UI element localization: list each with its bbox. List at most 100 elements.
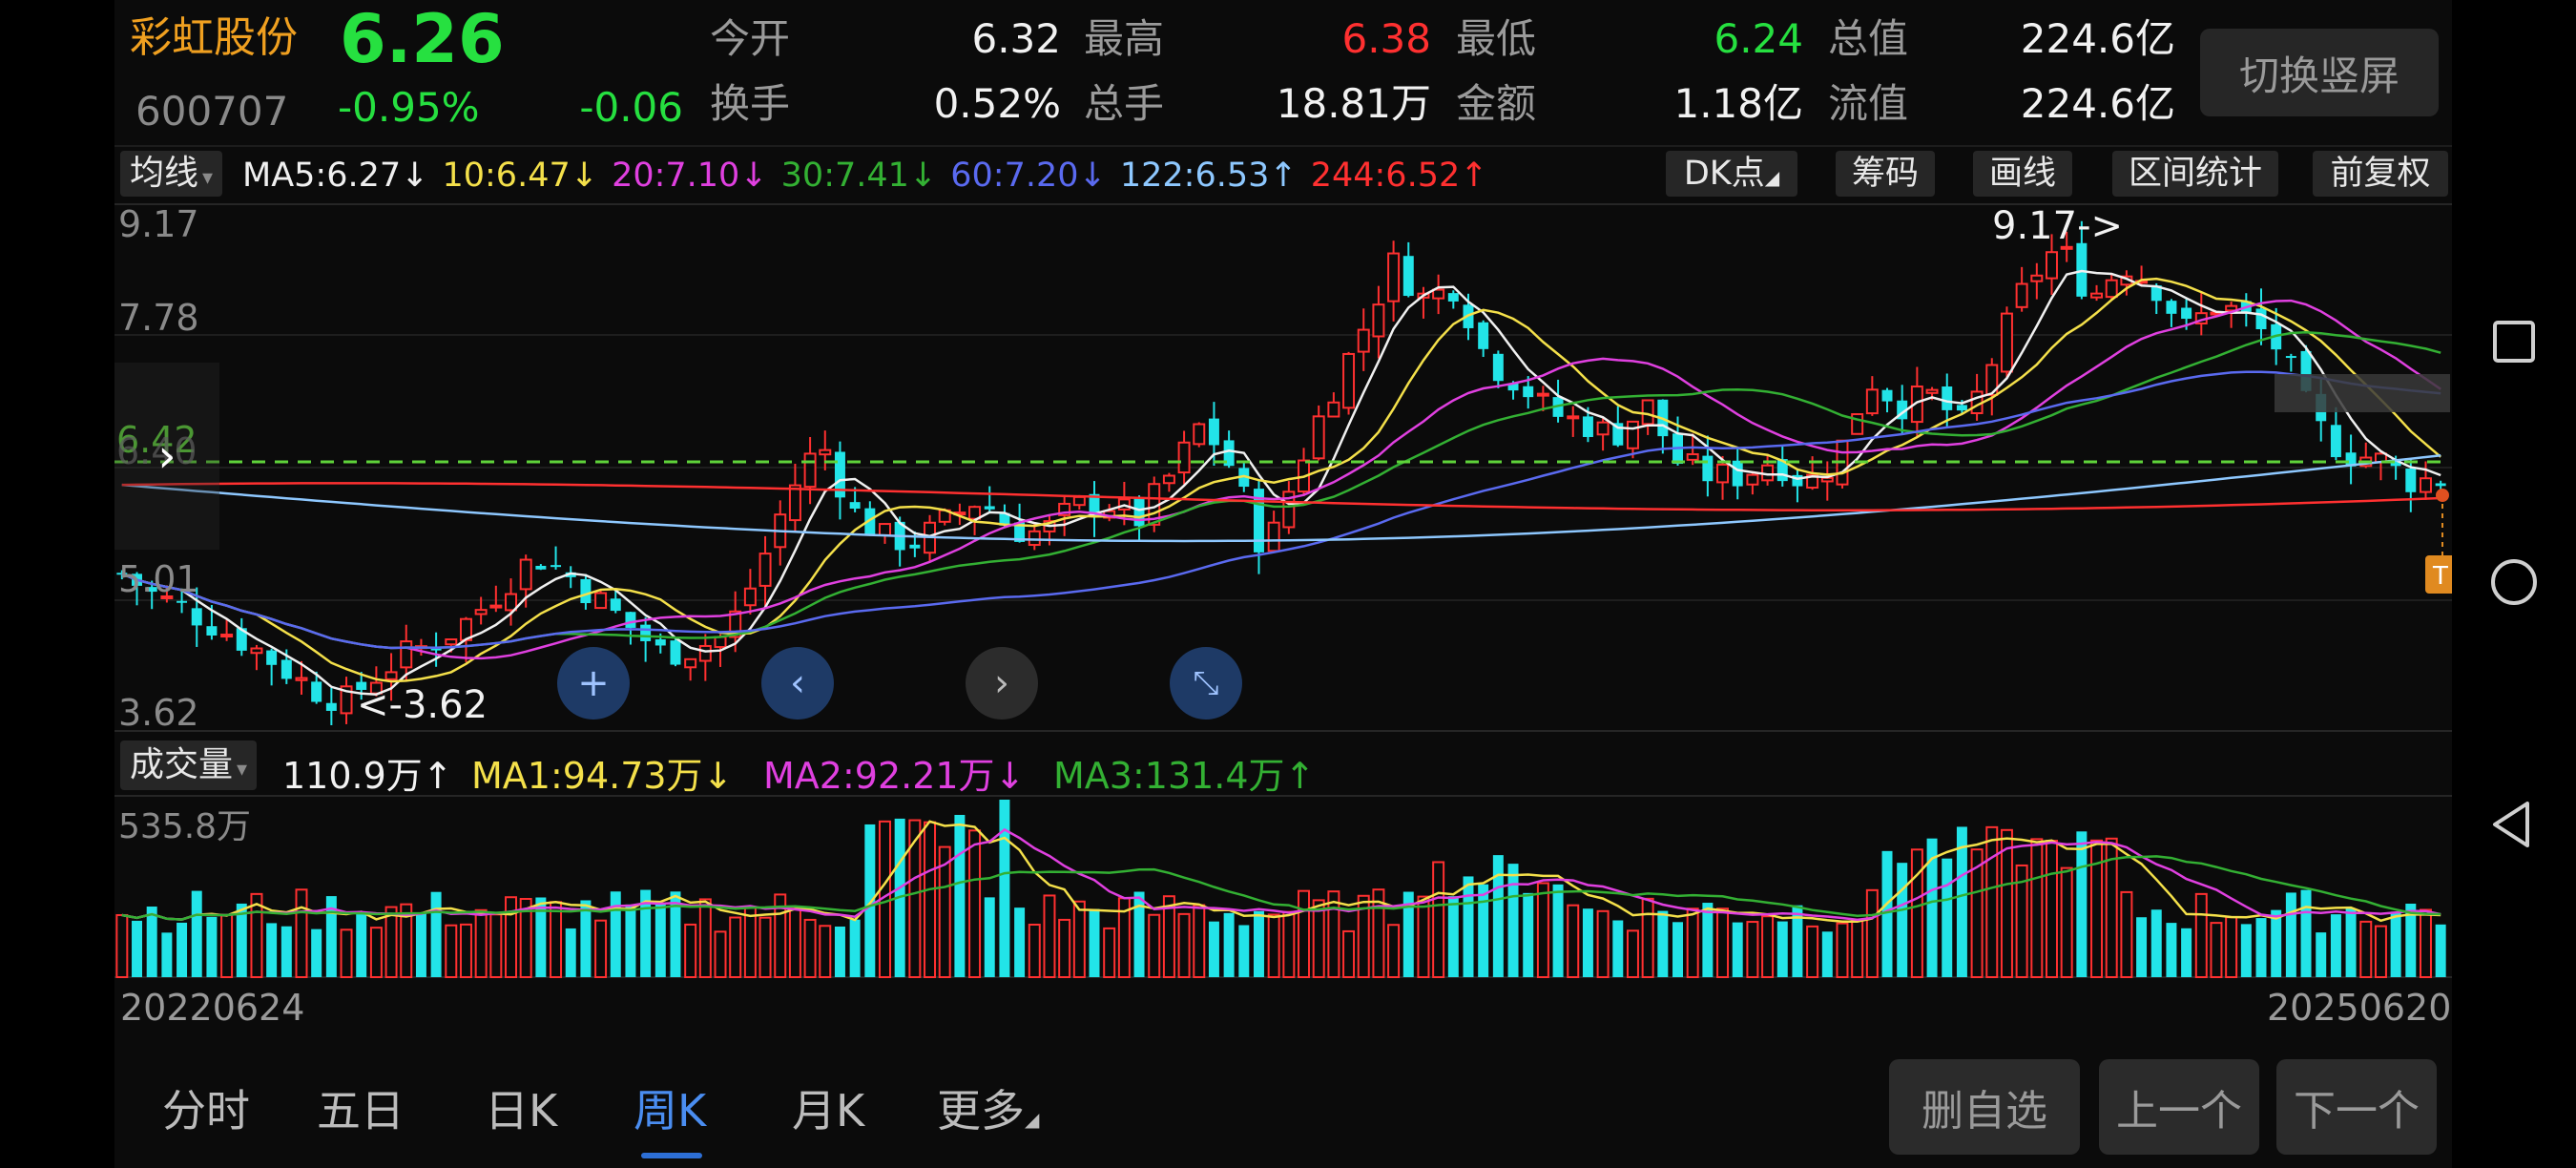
volume-bar — [2240, 924, 2252, 977]
dk-point-button[interactable]: DK点◢ — [1666, 151, 1797, 197]
scroll-right-button[interactable]: › — [966, 647, 1038, 720]
expand-panel-button[interactable]: › — [114, 363, 219, 550]
ma-indicator-bar: 均线 ▾ MA5:6.27↓ 10:6.47↓ 20:7.10↓ 30:7.41↓ 60:… — [114, 145, 2452, 198]
candle-body — [1208, 418, 1219, 446]
candle-body — [400, 640, 413, 669]
dropdown-arrow-icon: ▾ — [237, 758, 248, 782]
volume-bar — [1208, 921, 1219, 977]
kline-chart[interactable]: T 9.17 7.78 6.42 6.40 5.01 3.62 9.17-> <… — [114, 202, 2456, 734]
volume-bar — [2330, 914, 2341, 977]
change-percent: -0.95% — [338, 84, 480, 131]
candle-body — [1942, 386, 1953, 410]
high-value: 6.38 — [1341, 15, 1431, 62]
volume-bar — [2390, 911, 2401, 977]
recent-apps-button[interactable] — [2485, 313, 2543, 370]
volume-bar — [2316, 932, 2327, 977]
kline-chart-svg[interactable]: T 9.17 7.78 6.42 6.40 5.01 3.62 9.17-> <… — [114, 202, 2456, 734]
home-button[interactable] — [2485, 553, 2543, 611]
zoom-in-button[interactable]: + — [557, 647, 630, 720]
tab-daily-k[interactable]: 日K — [485, 1076, 557, 1139]
candle-body — [2285, 356, 2296, 359]
candle-body — [280, 659, 292, 679]
forward-adjust-button[interactable]: 前复权 — [2313, 151, 2448, 197]
candle-body — [266, 650, 278, 665]
candle-body — [879, 523, 891, 536]
candle-body — [206, 626, 218, 636]
volume-ma3: MA3:131.4万↑ — [1053, 755, 1316, 797]
volume-bar — [1942, 858, 1953, 977]
chip-distribution-button[interactable]: 筹码 — [1836, 151, 1935, 197]
ma-value-1: 10:6.47↓ — [442, 156, 599, 195]
volume-indicator-bar: 成交量 ▾ 110.9万↑ MA1:94.73万↓ MA2:92.21万↓ MA3… — [114, 739, 2452, 797]
remove-watchlist-button[interactable]: 删自选 — [1889, 1059, 2080, 1155]
corner-arrow-icon: ◢ — [1025, 1108, 1040, 1131]
volume-bar — [356, 914, 367, 977]
range-stats-button[interactable]: 区间统计 — [2112, 151, 2278, 197]
open-value: 6.32 — [971, 15, 1061, 62]
volume-bar — [2181, 928, 2192, 977]
volume-bar — [1492, 855, 1504, 977]
volume-bar — [1014, 907, 1026, 977]
volume-bar — [834, 926, 845, 977]
volume-type-dropdown[interactable]: 成交量 ▾ — [120, 740, 258, 790]
tab-monthly-k[interactable]: 月K — [792, 1076, 864, 1139]
candle-body — [698, 644, 712, 662]
volume-bar — [984, 897, 995, 977]
tab-intraday[interactable]: 分时 — [162, 1076, 250, 1139]
price-axis-l4: 5.01 — [118, 558, 199, 600]
candle-body — [743, 587, 757, 607]
volume-bar — [2136, 917, 2148, 977]
tab-more[interactable]: 更多◢ — [937, 1076, 1039, 1139]
ma-type-dropdown[interactable]: 均线 ▾ — [120, 151, 223, 197]
volume-bar — [146, 907, 157, 977]
date-start: 20220624 — [120, 987, 305, 1029]
volume-bar — [1897, 863, 1908, 977]
volume-bar — [1821, 931, 1833, 977]
tab-five-day[interactable]: 五日 — [317, 1076, 405, 1139]
volume-bar — [1776, 921, 1788, 977]
volume-bar — [1507, 864, 1519, 977]
volume-bar — [610, 891, 621, 977]
candle-body — [1492, 353, 1504, 382]
scroll-left-button[interactable]: ‹ — [761, 647, 834, 720]
candle-body — [1596, 421, 1610, 436]
candle-body — [1028, 530, 1041, 547]
candle-body — [177, 600, 188, 603]
tab-weekly-k[interactable]: 周K — [634, 1076, 706, 1139]
volume-bar — [191, 890, 202, 977]
zoom-in-plus-icon: + — [577, 661, 610, 705]
volume-bar — [161, 932, 173, 977]
period-tabs: 分时 五日 日K 周K 月K 更多◢ 删自选 上一个 下一个 — [114, 1050, 2452, 1168]
volume-bar — [954, 814, 966, 977]
candle-body — [984, 506, 995, 510]
candle-body — [610, 598, 621, 612]
price-tag-overlay — [2275, 374, 2450, 412]
draw-line-button[interactable]: 画线 — [1973, 151, 2072, 197]
candle-body — [849, 502, 861, 510]
volume-type-label: 成交量 — [130, 745, 234, 784]
volume-chart[interactable]: 535.8万 — [114, 794, 2452, 979]
chevron-right-icon: › — [157, 429, 177, 483]
candle-body — [1865, 388, 1879, 415]
volume-bar — [1552, 884, 1564, 977]
shrink-button[interactable]: ⤡ — [1170, 647, 1242, 720]
candle-body — [1267, 521, 1280, 553]
volume-chart-svg[interactable]: 535.8万 — [114, 794, 2452, 979]
volume-bar — [1612, 920, 1624, 977]
next-stock-button[interactable]: 下一个 — [2276, 1059, 2437, 1155]
candle-body — [1851, 413, 1864, 435]
candle-body — [191, 608, 202, 626]
candle-body — [1432, 288, 1445, 300]
switch-portrait-button[interactable]: 切换竖屏 — [2200, 29, 2439, 116]
low-annotation: <-3.62 — [357, 683, 488, 727]
candle-body — [1641, 399, 1654, 426]
candle-body — [1746, 473, 1759, 486]
volume-bar — [1702, 903, 1714, 977]
back-button[interactable] — [2485, 796, 2543, 853]
previous-stock-button[interactable]: 上一个 — [2099, 1059, 2259, 1155]
ma-value-6: 244:6.52↑ — [1310, 156, 1488, 195]
volume-bar — [864, 824, 876, 977]
volume-bar — [565, 928, 576, 977]
volume-bar — [1672, 922, 1683, 977]
candle-body — [1133, 498, 1145, 527]
